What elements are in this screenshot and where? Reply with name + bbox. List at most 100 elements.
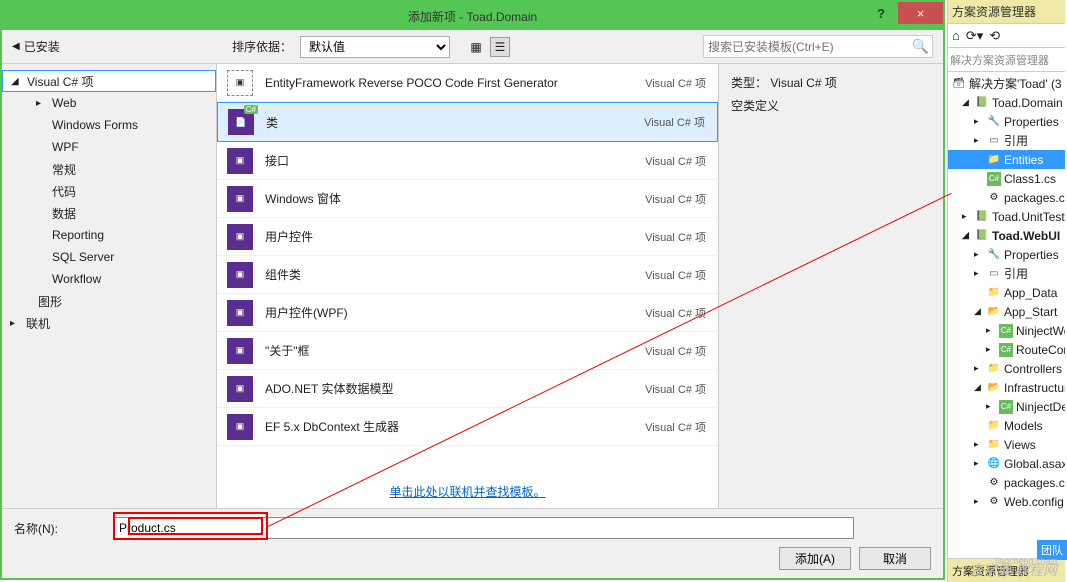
template-item[interactable]: ▣组件类Visual C# 项 — [217, 256, 718, 294]
solex-item[interactable]: C#Class1.cs — [948, 169, 1065, 188]
template-item[interactable]: ▣EF 5.x DbContext 生成器Visual C# 项 — [217, 408, 718, 446]
template-item[interactable]: ▣"关于"框Visual C# 项 — [217, 332, 718, 370]
expand-icon: ▸ — [974, 249, 984, 260]
template-icon: ▣ — [227, 186, 253, 212]
item-label: App_Start — [1004, 305, 1057, 319]
help-button[interactable]: ? — [864, 2, 898, 24]
sync-icon[interactable]: ⟲ — [989, 28, 1000, 44]
template-lang: Visual C# 项 — [645, 153, 706, 169]
toolbar-row: ◀ 已安装 排序依据： 默认值 ▦ ☰ 🔍 — [2, 30, 943, 64]
type-label: 类型： — [731, 76, 767, 90]
installed-section[interactable]: ◀ 已安装 — [12, 38, 212, 55]
solex-item[interactable]: ◢📗Toad.WebUI — [948, 226, 1065, 245]
installed-label: 已安装 — [24, 38, 60, 55]
tree-item[interactable]: WPF — [2, 136, 216, 158]
solex-item[interactable]: ◢📗Toad.Domain — [948, 93, 1065, 112]
template-icon: ▣ — [227, 148, 253, 174]
expand-icon: ▸ — [962, 211, 972, 222]
small-icons-view[interactable]: ▦ — [466, 37, 486, 57]
solex-item[interactable]: ▸🔧Properties — [948, 245, 1065, 264]
solex-item[interactable]: ▸C#NinjectWe — [948, 321, 1065, 340]
cs-icon: C# — [999, 324, 1013, 338]
home-icon[interactable]: ⌂ — [952, 28, 960, 43]
solex-item[interactable]: ▸⚙Web.config — [948, 492, 1065, 511]
close-button[interactable]: × — [898, 2, 943, 24]
template-item[interactable]: ▣EntityFramework Reverse POCO Code First… — [217, 64, 718, 102]
type-description: 空类定义 — [731, 97, 931, 114]
template-item[interactable]: ▣用户控件(WPF)Visual C# 项 — [217, 294, 718, 332]
sort-select[interactable]: 默认值 — [300, 36, 450, 58]
button-row: 添加(A) 取消 — [14, 547, 931, 570]
template-lang: Visual C# 项 — [645, 419, 706, 435]
template-name: 接口 — [265, 152, 645, 169]
template-item[interactable]: ▣ Windows 窗体Visual C# 项 — [217, 180, 718, 218]
middle-row: ◢Visual C# 项 ▸WebWindows FormsWPF常规代码数据R… — [2, 64, 943, 508]
template-icon: ▣ — [227, 414, 253, 440]
tree-item[interactable]: 常规 — [2, 158, 216, 180]
solex-search[interactable]: 解决方案资源管理器 — [948, 48, 1065, 72]
template-name: Windows 窗体 — [265, 190, 645, 207]
solex-item[interactable]: ▸📁Controllers — [948, 359, 1065, 378]
tree-item[interactable]: ▸Web — [2, 92, 216, 114]
template-lang: Visual C# 项 — [645, 191, 706, 207]
dialog-body: ◀ 已安装 排序依据： 默认值 ▦ ☰ 🔍 ◢Visual C# 项 ▸WebW… — [2, 30, 943, 578]
solex-item[interactable]: ⚙packages.co — [948, 188, 1065, 207]
info-panel: 类型： Visual C# 项 空类定义 — [718, 64, 943, 508]
prop-icon: 🔧 — [987, 248, 1001, 262]
solution-icon: 🗃 — [952, 77, 966, 91]
solex-item[interactable]: ▸C#NinjectDe — [948, 397, 1065, 416]
list-view[interactable]: ☰ — [490, 37, 510, 57]
expand-icon: ▸ — [974, 363, 984, 374]
solution-node[interactable]: 🗃解决方案'Toad' (3 个 — [948, 74, 1065, 93]
tree-item[interactable]: 代码 — [2, 180, 216, 202]
solex-item[interactable]: ◢📂App_Start — [948, 302, 1065, 321]
watermark: 查字典 教程网 — [969, 560, 1057, 580]
solex-item[interactable]: ▸🔧Properties — [948, 112, 1065, 131]
item-label: App_Data — [1004, 286, 1057, 300]
title-buttons: ? × — [864, 2, 943, 24]
template-lang: Visual C# 项 — [645, 229, 706, 245]
template-lang: Visual C# 项 — [644, 114, 705, 130]
fld-icon: 📁 — [987, 286, 1001, 300]
template-item[interactable]: ▣ 接口Visual C# 项 — [217, 142, 718, 180]
add-button[interactable]: 添加(A) — [779, 547, 851, 570]
search-online-link[interactable]: 单击此处以联机并查找模板。 — [389, 485, 545, 499]
prj-icon: 📗 — [975, 210, 989, 224]
online-link-row: 单击此处以联机并查找模板。 — [217, 475, 718, 508]
solex-item[interactable]: ▸C#RouteCon — [948, 340, 1065, 359]
template-item[interactable]: ▣用户控件Visual C# 项 — [217, 218, 718, 256]
name-input[interactable] — [114, 517, 854, 539]
solex-item[interactable]: ▸🌐Global.asax — [948, 454, 1065, 473]
solex-item[interactable]: ◢📂Infrastructure — [948, 378, 1065, 397]
solex-item[interactable]: ▸📗Toad.UnitTests — [948, 207, 1065, 226]
solex-item[interactable]: 📁App_Data — [948, 283, 1065, 302]
cs-icon: C# — [987, 172, 1001, 186]
tree-item[interactable]: 数据 — [2, 202, 216, 224]
tree-item[interactable]: Workflow — [2, 268, 216, 290]
tree-item[interactable]: Windows Forms — [2, 114, 216, 136]
search-wrap: 🔍 — [703, 35, 933, 58]
window-title: 添加新项 - Toad.Domain — [408, 8, 537, 25]
template-item[interactable]: C#📄类Visual C# 项 — [217, 102, 718, 142]
fld-icon: 📁 — [987, 419, 1001, 433]
expand-icon: ◢ — [962, 230, 972, 241]
tree-item-csharp[interactable]: ◢Visual C# 项 — [2, 70, 216, 92]
solex-item[interactable]: ▸📁Views — [948, 435, 1065, 454]
item-label: packages.co — [1004, 476, 1065, 490]
tree-item-graphics[interactable]: 图形 — [2, 290, 216, 312]
tree-item[interactable]: Reporting — [2, 224, 216, 246]
search-input[interactable] — [703, 35, 933, 58]
solex-item[interactable]: 📁Entities — [948, 150, 1065, 169]
refresh-icon[interactable]: ⟳▾ — [966, 28, 983, 44]
expand-icon: ▸ — [974, 116, 984, 127]
solex-item[interactable]: ▸▭引用 — [948, 131, 1065, 150]
tree-item[interactable]: SQL Server — [2, 246, 216, 268]
solex-item[interactable]: ▸▭引用 — [948, 264, 1065, 283]
solex-item[interactable]: 📁Models — [948, 416, 1065, 435]
template-item[interactable]: ▣ADO.NET 实体数据模型Visual C# 项 — [217, 370, 718, 408]
template-list: ▣EntityFramework Reverse POCO Code First… — [217, 64, 718, 508]
solex-item[interactable]: ⚙packages.co — [948, 473, 1065, 492]
cancel-button[interactable]: 取消 — [859, 547, 931, 570]
item-label: NinjectDe — [1016, 400, 1065, 414]
tree-item-online[interactable]: ▸联机 — [2, 312, 216, 334]
